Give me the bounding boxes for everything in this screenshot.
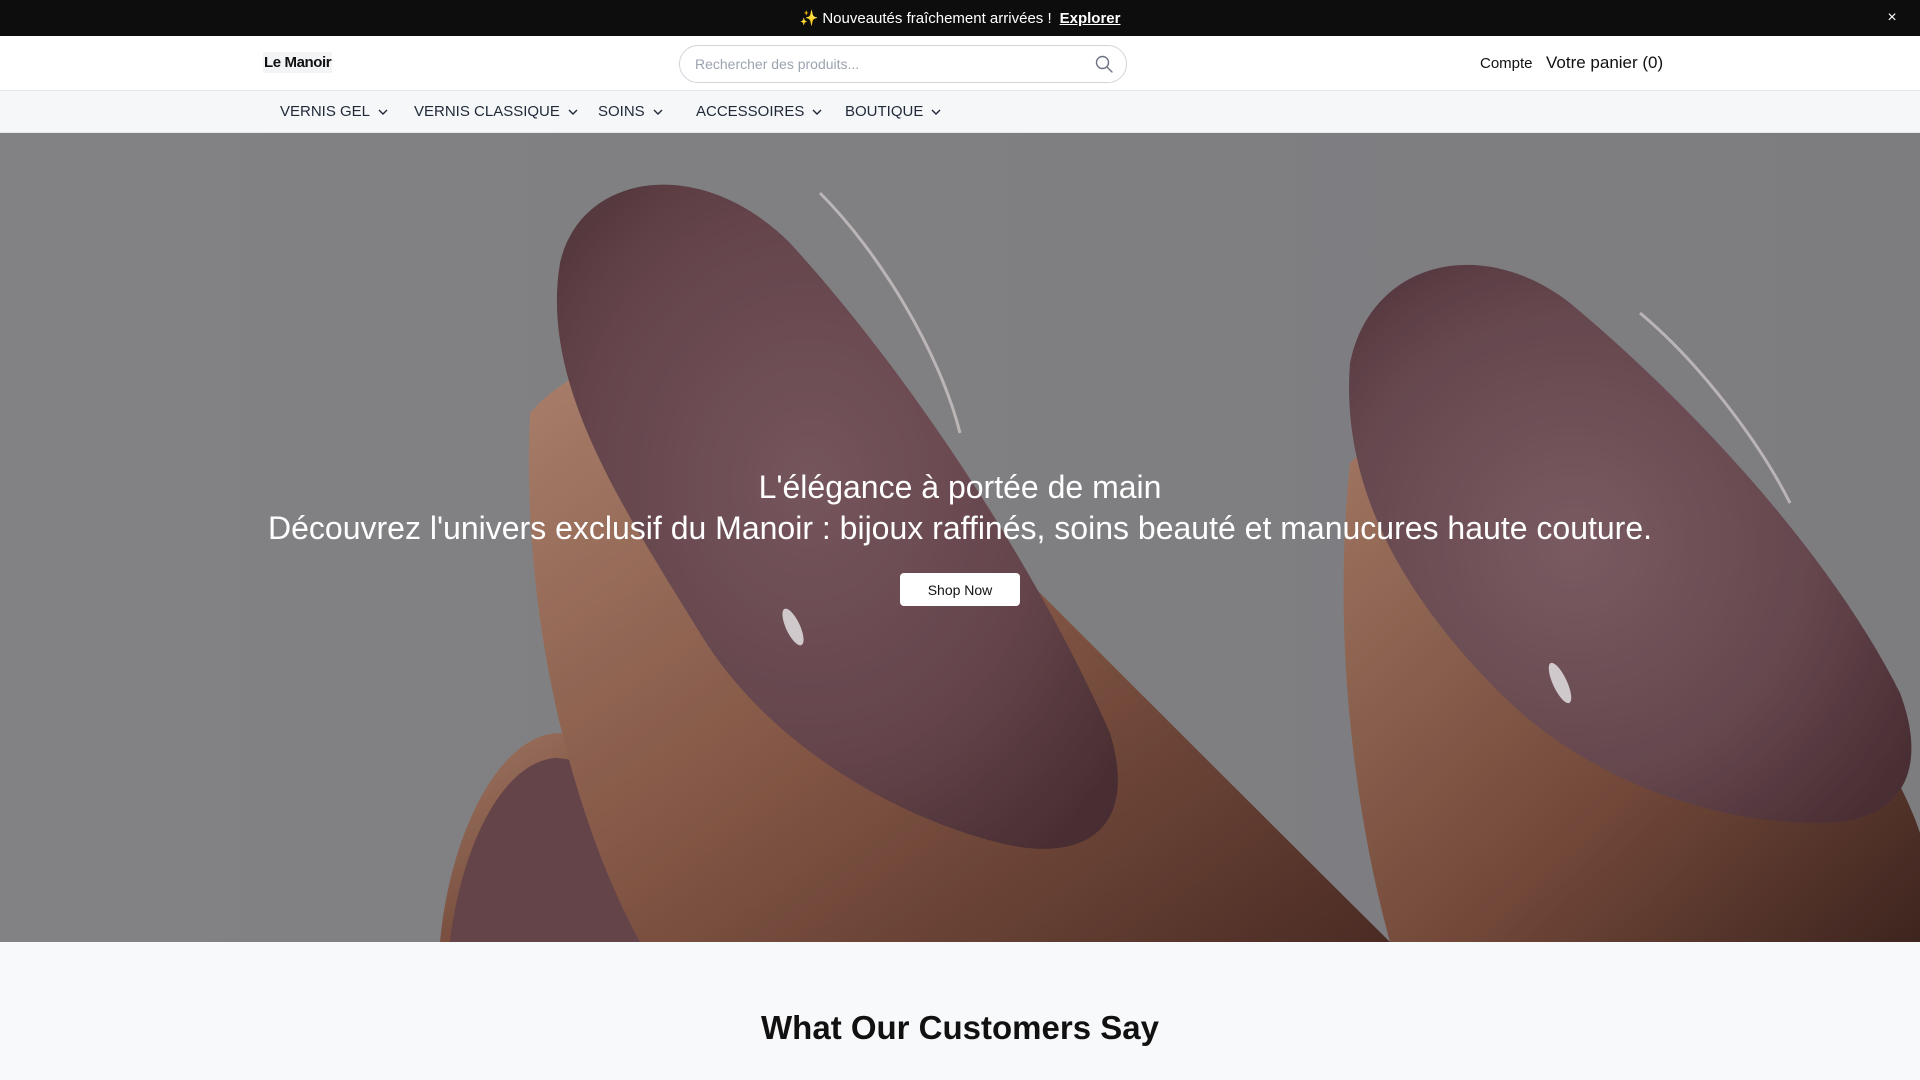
hero-banner: L'élégance à portée de main Découvrez l'… xyxy=(0,133,1920,942)
reviews-title: What Our Customers Say xyxy=(761,1009,1159,1046)
chevron-down-icon xyxy=(653,109,663,115)
announcement-explore-link[interactable]: Explorer xyxy=(1060,10,1121,27)
hero-subtitle: Découvrez l'univers exclusif du Manoir :… xyxy=(267,510,1653,546)
announcement-message: ✨ Nouveautés fraîchement arrivées ! Expl… xyxy=(799,9,1121,28)
nav-item-vernis-gel[interactable]: VERNIS GEL xyxy=(280,103,390,120)
nav-item-boutique[interactable]: BOUTIQUE xyxy=(845,103,943,120)
hero-title: L'élégance à portée de main xyxy=(758,469,1162,505)
nav-item-label: VERNIS CLASSIQUE xyxy=(414,103,560,120)
nav-item-label: BOUTIQUE xyxy=(845,103,924,120)
search-input[interactable] xyxy=(695,46,1075,82)
reviews-section: What Our Customers Say xyxy=(0,942,1920,1080)
nav-item-label: ACCESSOIRES xyxy=(696,103,805,120)
logo[interactable]: Le Manoir xyxy=(263,52,333,73)
shop-now-button[interactable]: Shop Now xyxy=(900,573,1020,606)
search-icon[interactable] xyxy=(1094,54,1114,74)
nav-item-label: VERNIS GEL xyxy=(280,103,371,120)
chevron-down-icon xyxy=(812,109,822,115)
site-header: Le Manoir Compte Votre panier (0) xyxy=(0,36,1920,91)
search-bar[interactable] xyxy=(679,45,1127,83)
chevron-down-icon xyxy=(378,109,388,115)
nav-item-vernis-classique[interactable]: VERNIS CLASSIQUE xyxy=(414,103,580,120)
chevron-down-icon xyxy=(931,109,941,115)
nav-item-accessoires[interactable]: ACCESSOIRES xyxy=(696,103,824,120)
account-link[interactable]: Compte xyxy=(1480,55,1533,72)
chevron-down-icon xyxy=(568,109,578,115)
announcement-bar: ✨ Nouveautés fraîchement arrivées ! Expl… xyxy=(0,0,1920,36)
main-nav: VERNIS GEL VERNIS CLASSIQUE SOINS ACCESS… xyxy=(0,91,1920,133)
nav-item-label: SOINS xyxy=(598,103,645,120)
close-icon[interactable]: × xyxy=(1882,8,1902,28)
nav-item-soins[interactable]: SOINS xyxy=(598,103,665,120)
announcement-text: ✨ Nouveautés fraîchement arrivées ! xyxy=(799,10,1052,27)
cart-link[interactable]: Votre panier (0) xyxy=(1546,53,1663,73)
